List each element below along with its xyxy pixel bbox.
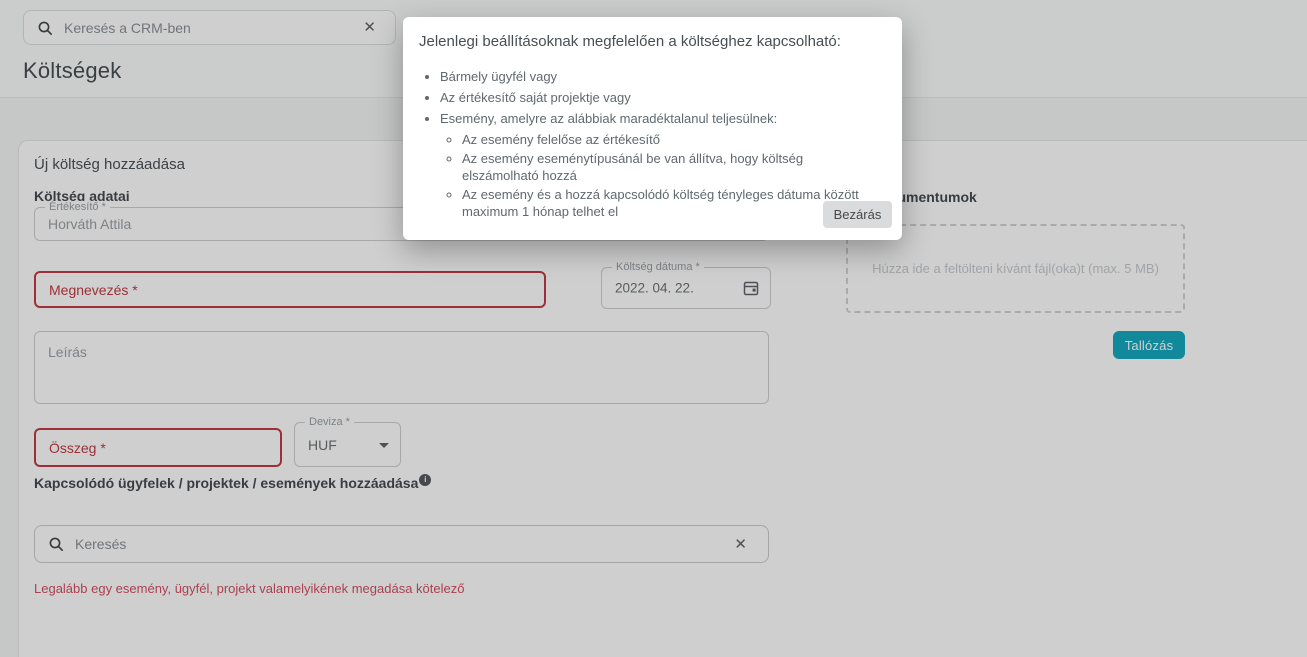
modal-sub-bullet-list: Az esemény felelőse az értékesítő Az ese…: [440, 131, 882, 220]
cost-rules-modal: Jelenlegi beállításoknak megfelelően a k…: [403, 17, 902, 240]
list-item: Az értékesítő saját projektje vagy: [440, 89, 882, 107]
list-item: Az esemény felelőse az értékesítő: [462, 131, 882, 148]
list-item: Esemény, amelyre az alábbiak maradéktala…: [440, 110, 882, 220]
modal-title: Jelenlegi beállításoknak megfelelően a k…: [419, 32, 882, 52]
modal-bullet-list: Bármely ügyfél vagy Az értékesítő saját …: [419, 68, 882, 220]
list-item: Bármely ügyfél vagy: [440, 68, 882, 86]
crm-costs-page: Keresés a CRM-ben ✕ Költségek Új költség…: [0, 0, 1307, 657]
list-item: Az esemény eseménytípusánál be van állít…: [462, 150, 882, 184]
list-item: Az esemény és a hozzá kapcsolódó költség…: [462, 186, 882, 220]
close-modal-button[interactable]: Bezárás: [823, 201, 892, 228]
